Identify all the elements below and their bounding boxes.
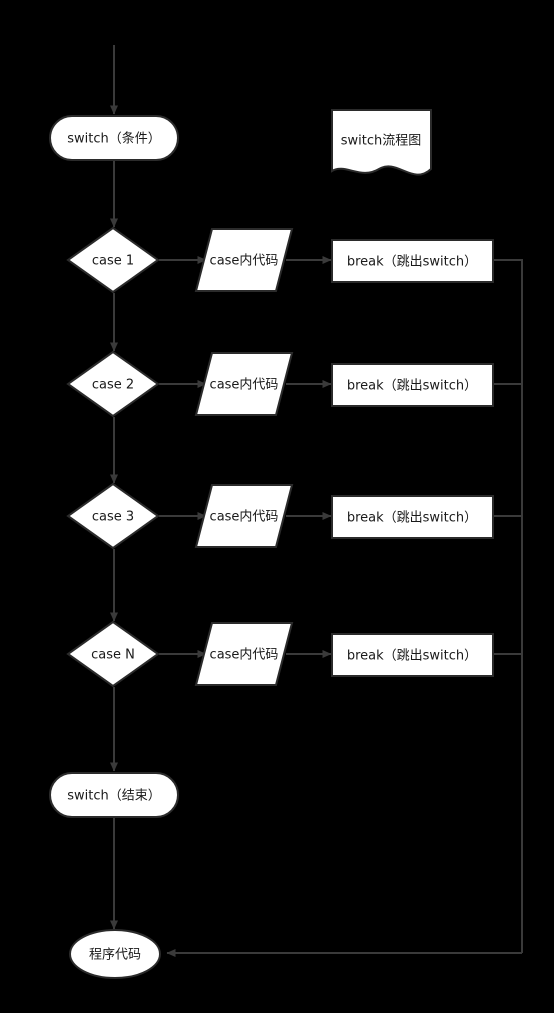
node-note-document[interactable]: switch流程图 [331,109,432,176]
node-code-3[interactable]: case内代码 [194,484,294,548]
node-break-1-label: break（跳出switch） [347,255,477,270]
node-code-2[interactable]: case内代码 [194,352,294,416]
node-case-2[interactable]: case 2 [66,350,160,418]
node-case-3-label: case 3 [92,510,134,525]
node-code-n[interactable]: case内代码 [194,622,294,686]
node-case-1[interactable]: case 1 [66,226,160,294]
node-break-n[interactable]: break（跳出switch） [331,633,494,677]
node-code-1-label: case内代码 [210,253,279,269]
node-case-3[interactable]: case 3 [66,482,160,550]
node-break-3[interactable]: break（跳出switch） [331,495,494,539]
node-switch-end-label: switch（结束） [67,789,161,804]
node-break-2[interactable]: break（跳出switch） [331,363,494,407]
node-code-n-label: case内代码 [210,647,279,663]
node-break-n-label: break（跳出switch） [347,649,477,664]
node-note-label: switch流程图 [341,134,422,149]
node-case-n-label: case N [91,648,135,663]
node-case-1-label: case 1 [92,254,134,269]
node-break-2-label: break（跳出switch） [347,379,477,394]
node-program-code[interactable]: 程序代码 [69,929,161,979]
node-switch-start-label: switch（条件） [67,131,161,147]
node-case-2-label: case 2 [92,378,134,393]
node-case-n[interactable]: case N [66,620,160,688]
node-break-1[interactable]: break（跳出switch） [331,239,494,283]
node-code-1[interactable]: case内代码 [194,228,294,292]
node-break-3-label: break（跳出switch） [347,511,477,526]
node-program-code-label: 程序代码 [89,948,141,963]
node-code-3-label: case内代码 [210,509,279,525]
node-switch-end[interactable]: switch（结束） [49,772,179,818]
node-switch-start[interactable]: switch（条件） [49,115,179,161]
switch-flowchart-diagram: switch（条件） switch流程图 case 1 case内代码 brea… [0,0,554,1013]
flowchart-canvas: switch（条件） switch流程图 case 1 case内代码 brea… [49,45,523,979]
node-code-2-label: case内代码 [210,377,279,393]
edge-break1-to-bus [493,259,523,953]
